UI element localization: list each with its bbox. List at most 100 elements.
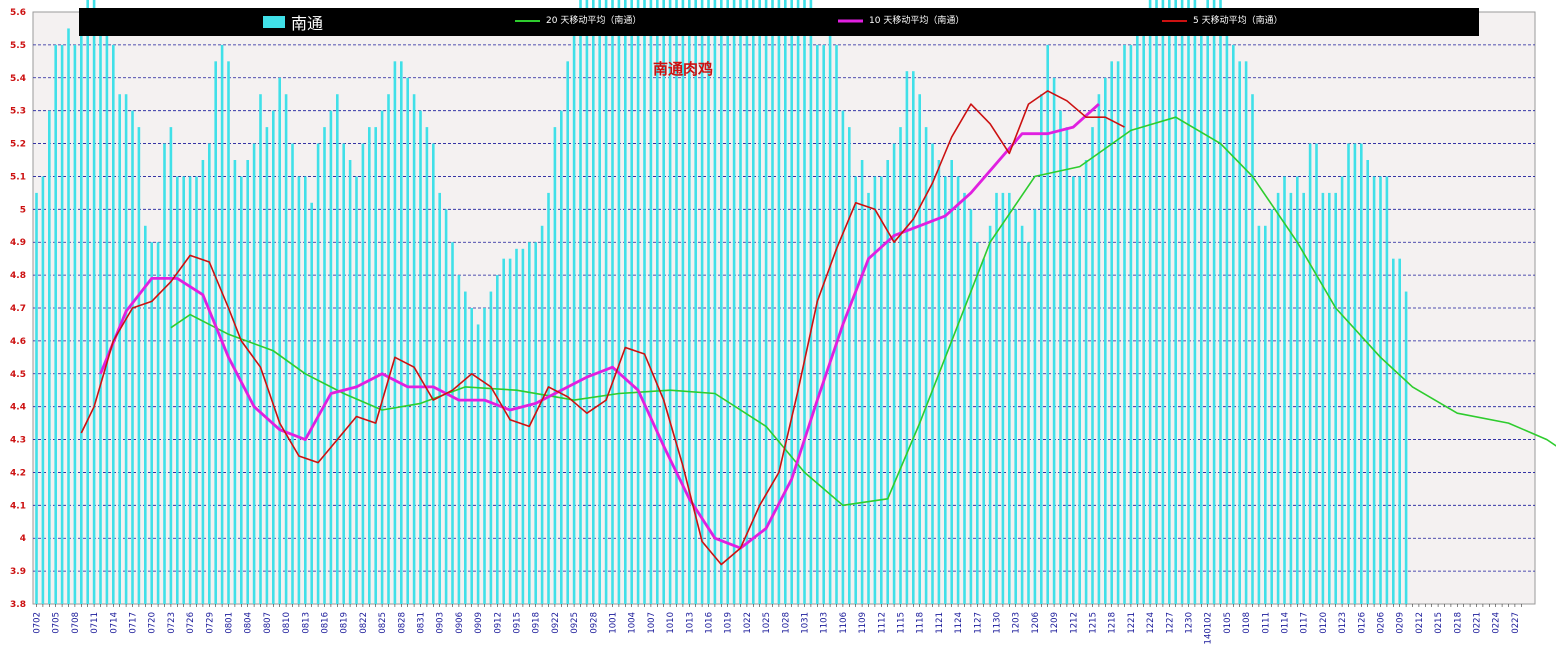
bar (1065, 127, 1069, 604)
bar (982, 258, 985, 604)
bar (624, 0, 627, 605)
x-tick-label: 1218 (1108, 612, 1118, 634)
x-tick-label: 1227 (1165, 612, 1175, 634)
bar (1148, 0, 1152, 605)
x-tick-label: 1004 (628, 612, 638, 634)
chart-frame: 3.8 3.9 4 4.1 4.2 4.3 4.4 4.5 4.6 4.7 4.8 4.9 5 5.1 5.… (0, 0, 1556, 668)
bar (220, 44, 224, 604)
x-tick-label: 0120 (1319, 612, 1329, 634)
bar (1155, 0, 1158, 605)
bar (553, 127, 557, 604)
x-tick-label: 0209 (1396, 612, 1406, 634)
bar (841, 110, 845, 605)
bar (675, 0, 678, 604)
bar (1283, 176, 1286, 604)
bar (188, 176, 192, 604)
bar (508, 258, 512, 604)
bar (1116, 61, 1120, 605)
bar (1360, 143, 1363, 605)
bar (1372, 176, 1376, 604)
bar (137, 127, 141, 604)
bar (707, 0, 710, 604)
y-tick-label: 4.9 (10, 238, 26, 248)
y-tick-label: 4.6 (10, 337, 26, 347)
bar (169, 127, 173, 604)
bar (451, 242, 454, 604)
bar (1180, 0, 1184, 605)
bar (1232, 44, 1235, 604)
bar (617, 0, 621, 605)
y-tick-label: 4.7 (10, 304, 26, 314)
bar (688, 0, 691, 605)
bar (310, 202, 313, 604)
x-tick-label: 1115 (897, 612, 907, 634)
x-tick-label: 0723 (167, 612, 177, 634)
bar (1276, 192, 1280, 604)
x-tick-label: 0215 (1434, 612, 1444, 634)
bar (54, 44, 57, 604)
bar (1392, 258, 1395, 604)
bar (1040, 94, 1043, 604)
bar (1052, 77, 1056, 605)
bar (752, 0, 755, 604)
x-tick-label: 1230 (1185, 612, 1195, 634)
bar (483, 308, 486, 604)
bar (1212, 0, 1216, 604)
bar (854, 176, 857, 604)
bar (1200, 12, 1203, 604)
x-tick-label: 0822 (359, 612, 369, 634)
bar (1174, 0, 1177, 605)
bar (118, 94, 121, 604)
bar (227, 61, 230, 605)
legend-label-ma20: 20 天移动平均（南通） (546, 14, 641, 26)
bar (1315, 143, 1318, 605)
bar (668, 0, 672, 604)
bar (1340, 176, 1344, 604)
bar (643, 0, 646, 605)
x-tick-label: 1224 (1146, 612, 1156, 634)
bar (630, 0, 633, 605)
x-tick-label: 0123 (1338, 612, 1348, 634)
y-tick-label: 3.8 (10, 600, 26, 610)
bar (1398, 258, 1401, 604)
y-tick-label: 4.5 (10, 370, 26, 380)
bar (1168, 0, 1171, 605)
bar (355, 176, 358, 604)
bar (1238, 61, 1241, 605)
bar (412, 94, 416, 604)
bar (1033, 209, 1037, 605)
bar (195, 176, 198, 604)
bar (99, 12, 102, 604)
bar (745, 0, 749, 605)
bar (828, 12, 832, 604)
bar (284, 94, 288, 604)
x-tick-label: 0705 (52, 612, 62, 634)
bar (809, 0, 813, 605)
y-tick-label: 4.2 (10, 468, 26, 478)
bar (272, 110, 275, 605)
x-tick-label: 1127 (973, 612, 983, 634)
y-tick-label: 5.1 (10, 172, 26, 182)
bar (534, 242, 537, 604)
bar (342, 143, 345, 605)
bar (912, 71, 915, 604)
x-tick-label: 0816 (321, 612, 331, 634)
x-tick-label: 1215 (1089, 612, 1099, 634)
bar (873, 176, 877, 604)
bar (1136, 28, 1139, 604)
x-tick-label: 0108 (1242, 612, 1252, 634)
bar (92, 0, 96, 605)
x-tick-label: 0912 (493, 612, 503, 634)
bar (790, 0, 793, 604)
bar (720, 0, 723, 604)
bar (1385, 176, 1389, 604)
bar (611, 0, 614, 604)
x-tick-label: 1028 (781, 612, 791, 634)
bar (886, 160, 889, 604)
bar (1404, 291, 1408, 604)
bar (963, 192, 966, 604)
bar (368, 127, 371, 604)
bar (784, 0, 787, 605)
legend-swatch-bars (263, 16, 285, 28)
x-tick-label: 0906 (455, 612, 465, 634)
